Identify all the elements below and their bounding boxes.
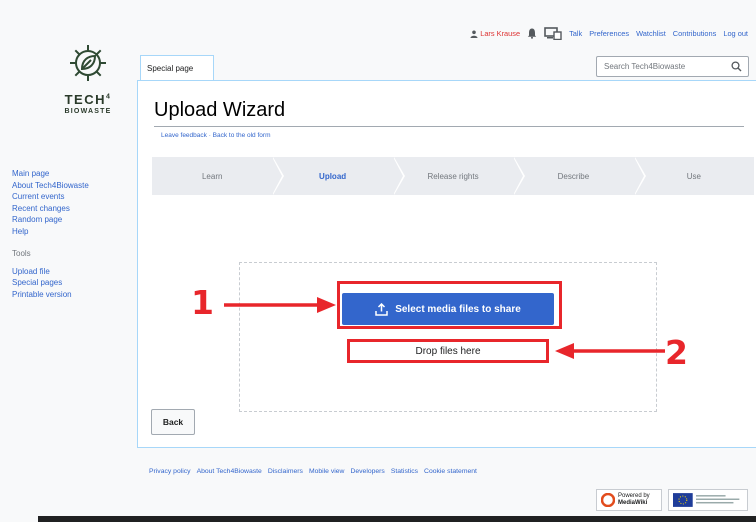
watchlist-link[interactable]: Watchlist (636, 29, 666, 38)
step-learn: Learn (152, 157, 285, 195)
title-divider (154, 126, 744, 127)
drop-files-here-label: Drop files here (347, 339, 549, 363)
logout-link[interactable]: Log out (723, 29, 748, 38)
sidebar-item-help[interactable]: Help (12, 226, 132, 238)
page-title: Upload Wizard (154, 99, 286, 121)
search-icon[interactable] (731, 61, 742, 72)
footer-links: Privacy policy About Tech4Biowaste Discl… (149, 468, 477, 475)
contributions-link[interactable]: Contributions (673, 29, 717, 38)
user-link[interactable]: Lars Krause (470, 29, 520, 38)
footer-mobile-link[interactable]: Mobile view (309, 468, 345, 475)
annotation-number-1: 1 (191, 283, 214, 322)
sidebar-item-recent-changes[interactable]: Recent changes (12, 203, 132, 215)
site-logo[interactable]: TECH4 BIOWASTE (40, 40, 136, 115)
footer-developers-link[interactable]: Developers (350, 468, 384, 475)
step-upload: Upload (272, 157, 406, 195)
logo-text: TECH4 (64, 92, 112, 107)
annotation-highlight-select (337, 281, 562, 329)
eu-flag-icon (673, 493, 693, 507)
content-area: Upload Wizard Leave feedback · Back to t… (137, 80, 756, 448)
footer-disclaimers-link[interactable]: Disclaimers (268, 468, 303, 475)
footer-cookie-link[interactable]: Cookie statement (424, 468, 477, 475)
step-use: Use (633, 157, 755, 195)
eu-funding-text-image (695, 495, 740, 504)
search-placeholder: Search Tech4Biowaste (604, 62, 686, 71)
talk-link[interactable]: Talk (569, 29, 582, 38)
step-release-rights: Release rights (392, 157, 526, 195)
sidebar-item-upload-file[interactable]: Upload file (12, 266, 132, 278)
gear-leaf-logo-icon (70, 45, 106, 81)
annotation-arrow-right-icon (224, 297, 336, 313)
sidebar-item-current-events[interactable]: Current events (12, 191, 132, 203)
sidebar: Main page About Tech4Biowaste Current ev… (12, 168, 132, 300)
sidebar-item-printable-version[interactable]: Printable version (12, 289, 132, 301)
wizard-steps: Learn Upload Release rights Describe Use (152, 157, 755, 195)
user-icon (470, 30, 478, 38)
username: Lars Krause (480, 29, 521, 38)
sidebar-item-random-page[interactable]: Random page (12, 214, 132, 226)
footer-about-link[interactable]: About Tech4Biowaste (197, 468, 262, 475)
footer-privacy-link[interactable]: Privacy policy (149, 468, 191, 475)
feedback-links[interactable]: Leave feedback · Back to the old form (161, 132, 270, 139)
sidebar-item-special-pages[interactable]: Special pages (12, 277, 132, 289)
logo-subtext: BIOWASTE (64, 108, 112, 115)
annotation-number-2: 2 (665, 333, 688, 372)
window-bottom-edge (38, 516, 756, 522)
preferences-link[interactable]: Preferences (589, 29, 629, 38)
sidebar-item-main-page[interactable]: Main page (12, 168, 132, 180)
notifications-bell-icon[interactable] (527, 28, 537, 39)
eu-funding-badge[interactable] (668, 489, 748, 511)
powered-by-mediawiki-badge[interactable]: Powered by MediaWiki (596, 489, 662, 511)
back-button[interactable]: Back (151, 409, 195, 435)
annotation-arrow-left-icon (555, 343, 665, 359)
step-describe: Describe (513, 157, 647, 195)
sidebar-tools-heading: Tools (12, 249, 31, 258)
personal-toolbar: Lars Krause Talk Preferences Watchlist C… (470, 27, 748, 40)
tab-special-page[interactable]: Special page (140, 55, 214, 81)
search-input[interactable]: Search Tech4Biowaste (596, 56, 749, 77)
devices-icon[interactable] (544, 27, 562, 40)
sidebar-item-about[interactable]: About Tech4Biowaste (12, 180, 132, 192)
footer-statistics-link[interactable]: Statistics (391, 468, 418, 475)
mediawiki-logo-icon (601, 493, 615, 507)
